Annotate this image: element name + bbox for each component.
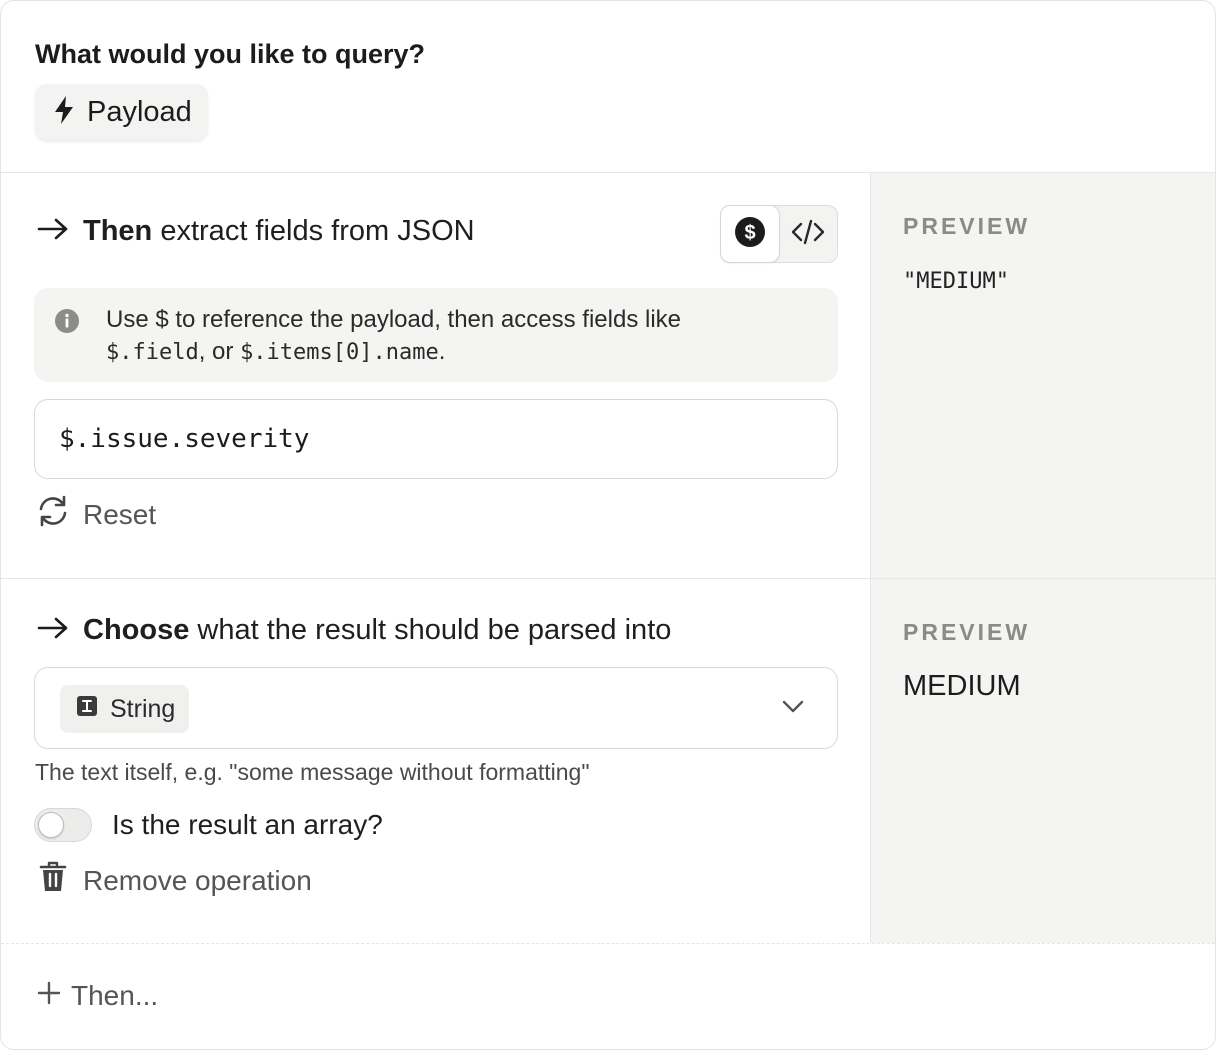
info-text-part3: . xyxy=(438,338,446,365)
extract-title-rest: extract fields from JSON xyxy=(160,215,475,247)
add-then-label: Then... xyxy=(71,980,159,1011)
parse-section-title: Choose what the result should be parsed … xyxy=(37,614,671,647)
parse-preview-value: MEDIUM xyxy=(903,670,1021,702)
remove-operation-button[interactable]: Remove operation xyxy=(39,861,312,900)
svg-text:$: $ xyxy=(744,222,755,244)
array-toggle-label: Is the result an array? xyxy=(112,809,383,840)
payload-chip-label: Payload xyxy=(87,95,192,128)
preview-heading: PREVIEW xyxy=(903,619,1031,645)
payload-source-chip[interactable]: Payload xyxy=(35,84,208,140)
extract-section-title: Then extract fields from JSON xyxy=(37,215,475,248)
reset-button[interactable]: Reset xyxy=(35,495,156,534)
reset-label: Reset xyxy=(83,498,157,530)
add-then-step-button[interactable]: Then... xyxy=(37,980,158,1012)
parse-title-rest: what the result should be parsed into xyxy=(197,614,672,646)
refresh-icon xyxy=(35,495,71,534)
info-code-name: .name xyxy=(372,340,439,365)
array-toggle[interactable] xyxy=(34,808,92,842)
info-callout: Use $ to reference the payload, then acc… xyxy=(34,288,838,382)
code-mode-button[interactable] xyxy=(779,206,837,262)
query-title: What would you like to query? xyxy=(35,39,426,69)
query-header: What would you like to query? Payload xyxy=(1,1,1215,173)
parse-editor: Choose what the result should be parsed … xyxy=(1,579,870,943)
toggle-knob xyxy=(38,812,64,838)
remove-operation-label: Remove operation xyxy=(83,864,312,896)
type-select[interactable]: String xyxy=(34,667,838,749)
extract-preview-panel: PREVIEW "MEDIUM" xyxy=(870,173,1215,578)
bolt-icon xyxy=(53,95,75,130)
text-type-icon xyxy=(76,695,98,724)
parse-preview-panel: PREVIEW MEDIUM xyxy=(870,579,1215,943)
dollar-mode-button[interactable]: $ xyxy=(721,206,779,262)
extract-section: Then extract fields from JSON $ Use $ to… xyxy=(1,173,1215,579)
selected-type-chip: String xyxy=(60,685,190,733)
json-path-input[interactable] xyxy=(34,399,838,479)
plus-icon xyxy=(37,980,61,1012)
info-text-part2: , or xyxy=(198,338,241,365)
arrow-right-icon xyxy=(37,614,69,647)
trash-icon xyxy=(39,861,67,900)
dollar-icon: $ xyxy=(734,216,766,253)
type-helper-text: The text itself, e.g. "some message with… xyxy=(35,759,590,785)
info-text: Use $ to reference the payload, then acc… xyxy=(106,304,818,369)
extract-mode-toggle: $ xyxy=(720,205,838,263)
info-code-items: $.items[0] xyxy=(240,340,373,365)
parse-section: Choose what the result should be parsed … xyxy=(1,579,1215,944)
selected-type-label: String xyxy=(110,694,176,723)
extract-title-strong: Then xyxy=(83,215,153,247)
arrow-right-icon xyxy=(37,215,69,248)
query-builder-card: What would you like to query? Payload Th… xyxy=(0,0,1216,1050)
parse-title-strong: Choose xyxy=(83,614,190,646)
info-code-field: $.field xyxy=(106,340,199,365)
chevron-down-icon xyxy=(781,698,805,719)
info-text-part1: Use $ to reference the payload, then acc… xyxy=(106,306,681,333)
code-icon xyxy=(791,219,825,250)
info-icon xyxy=(54,308,80,339)
extract-preview-value: "MEDIUM" xyxy=(903,269,1009,294)
extract-editor: Then extract fields from JSON $ Use $ to… xyxy=(1,173,870,578)
preview-heading: PREVIEW xyxy=(903,213,1031,239)
